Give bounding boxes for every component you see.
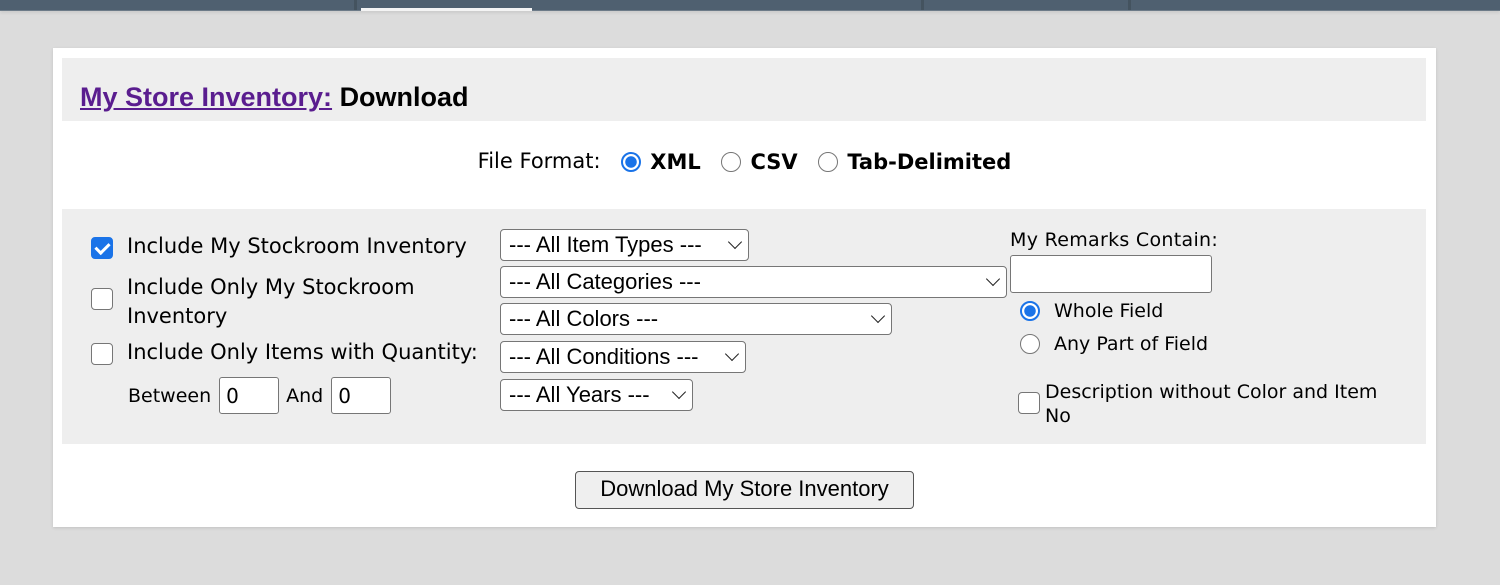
download-button[interactable]: Download My Store Inventory xyxy=(575,471,914,509)
only-stockroom-option[interactable]: Include Only My Stockroom Inventory xyxy=(91,273,415,331)
quantity-filter-label: Include Only Items with Quantity: xyxy=(127,340,478,364)
nav-divider xyxy=(354,0,357,10)
store-inventory-link[interactable]: My Store Inventory: xyxy=(80,82,332,112)
only-stockroom-checkbox[interactable] xyxy=(91,288,113,310)
file-format-label: File Format: xyxy=(477,149,601,173)
page-title-text: Download xyxy=(339,82,469,112)
nav-divider xyxy=(1128,0,1131,10)
item-types-value: --- All Item Types --- xyxy=(509,232,702,257)
top-navigation-bar xyxy=(0,0,1500,11)
include-stockroom-option[interactable]: Include My Stockroom Inventory xyxy=(91,234,467,259)
description-checkbox[interactable] xyxy=(1018,392,1040,414)
conditions-value: --- All Conditions --- xyxy=(509,344,699,369)
radio-xml[interactable] xyxy=(621,152,642,172)
chevron-down-icon xyxy=(727,234,743,250)
only-stockroom-label-line2: Inventory xyxy=(127,304,228,328)
chevron-down-icon xyxy=(724,346,740,362)
remarks-label: My Remarks Contain: xyxy=(1010,229,1219,251)
format-csv-label: CSV xyxy=(750,150,798,174)
and-label: And xyxy=(286,384,324,407)
active-tab-indicator[interactable] xyxy=(361,8,532,11)
include-stockroom-label: Include My Stockroom Inventory xyxy=(127,234,467,258)
quantity-range: Between And xyxy=(128,377,399,414)
description-option[interactable]: Description without Color and Item No xyxy=(1018,380,1398,428)
quantity-filter-option[interactable]: Include Only Items with Quantity: xyxy=(91,340,478,365)
quantity-filter-checkbox[interactable] xyxy=(91,343,113,365)
radio-tab-delimited[interactable] xyxy=(818,152,839,172)
chevron-down-icon xyxy=(985,271,1001,287)
format-option-xml[interactable]: XML xyxy=(621,150,714,174)
categories-value: --- All Categories --- xyxy=(509,269,701,294)
only-stockroom-label: Include Only My Stockroom Inventory xyxy=(127,273,415,331)
any-part-label: Any Part of Field xyxy=(1054,333,1209,355)
conditions-select[interactable]: --- All Conditions --- xyxy=(500,341,746,373)
format-tab-label: Tab-Delimited xyxy=(847,150,1012,174)
only-stockroom-label-line1: Include Only My Stockroom xyxy=(127,275,415,299)
radio-csv[interactable] xyxy=(721,152,742,172)
whole-field-label: Whole Field xyxy=(1054,300,1164,322)
quantity-min-input[interactable] xyxy=(219,377,280,414)
radio-whole-field[interactable] xyxy=(1020,301,1040,321)
match-whole-field-option[interactable]: Whole Field xyxy=(1020,300,1163,322)
categories-select[interactable]: --- All Categories --- xyxy=(500,266,1007,298)
match-any-part-option[interactable]: Any Part of Field xyxy=(1020,333,1208,355)
page-title: My Store Inventory: Download xyxy=(80,82,469,113)
include-stockroom-checkbox[interactable] xyxy=(91,237,113,259)
colors-value: --- All Colors --- xyxy=(509,306,659,331)
chevron-down-icon xyxy=(870,308,886,324)
page-header: My Store Inventory: Download xyxy=(62,58,1426,121)
description-label-line1: Description without Color and Item xyxy=(1045,381,1378,403)
format-xml-label: XML xyxy=(650,150,701,174)
quantity-max-input[interactable] xyxy=(331,377,392,414)
item-types-select[interactable]: --- All Item Types --- xyxy=(500,229,749,261)
format-option-tab-delimited[interactable]: Tab-Delimited xyxy=(818,150,1011,174)
years-select[interactable]: --- All Years --- xyxy=(500,379,693,411)
colors-select[interactable]: --- All Colors --- xyxy=(500,303,892,335)
years-value: --- All Years --- xyxy=(509,382,650,407)
radio-any-part[interactable] xyxy=(1020,334,1040,354)
description-label-line2: No xyxy=(1045,405,1071,427)
file-format-selector: File Format: XML CSV Tab-Delimited xyxy=(53,149,1436,174)
remarks-input[interactable] xyxy=(1010,255,1212,293)
description-label: Description without Color and Item No xyxy=(1045,380,1377,428)
download-card: My Store Inventory: Download File Format… xyxy=(53,48,1436,527)
between-label: Between xyxy=(128,384,212,407)
chevron-down-icon xyxy=(671,384,687,400)
nav-divider xyxy=(921,0,924,10)
format-option-csv[interactable]: CSV xyxy=(721,150,811,174)
filter-panel: Include My Stockroom Inventory Include O… xyxy=(62,209,1426,444)
